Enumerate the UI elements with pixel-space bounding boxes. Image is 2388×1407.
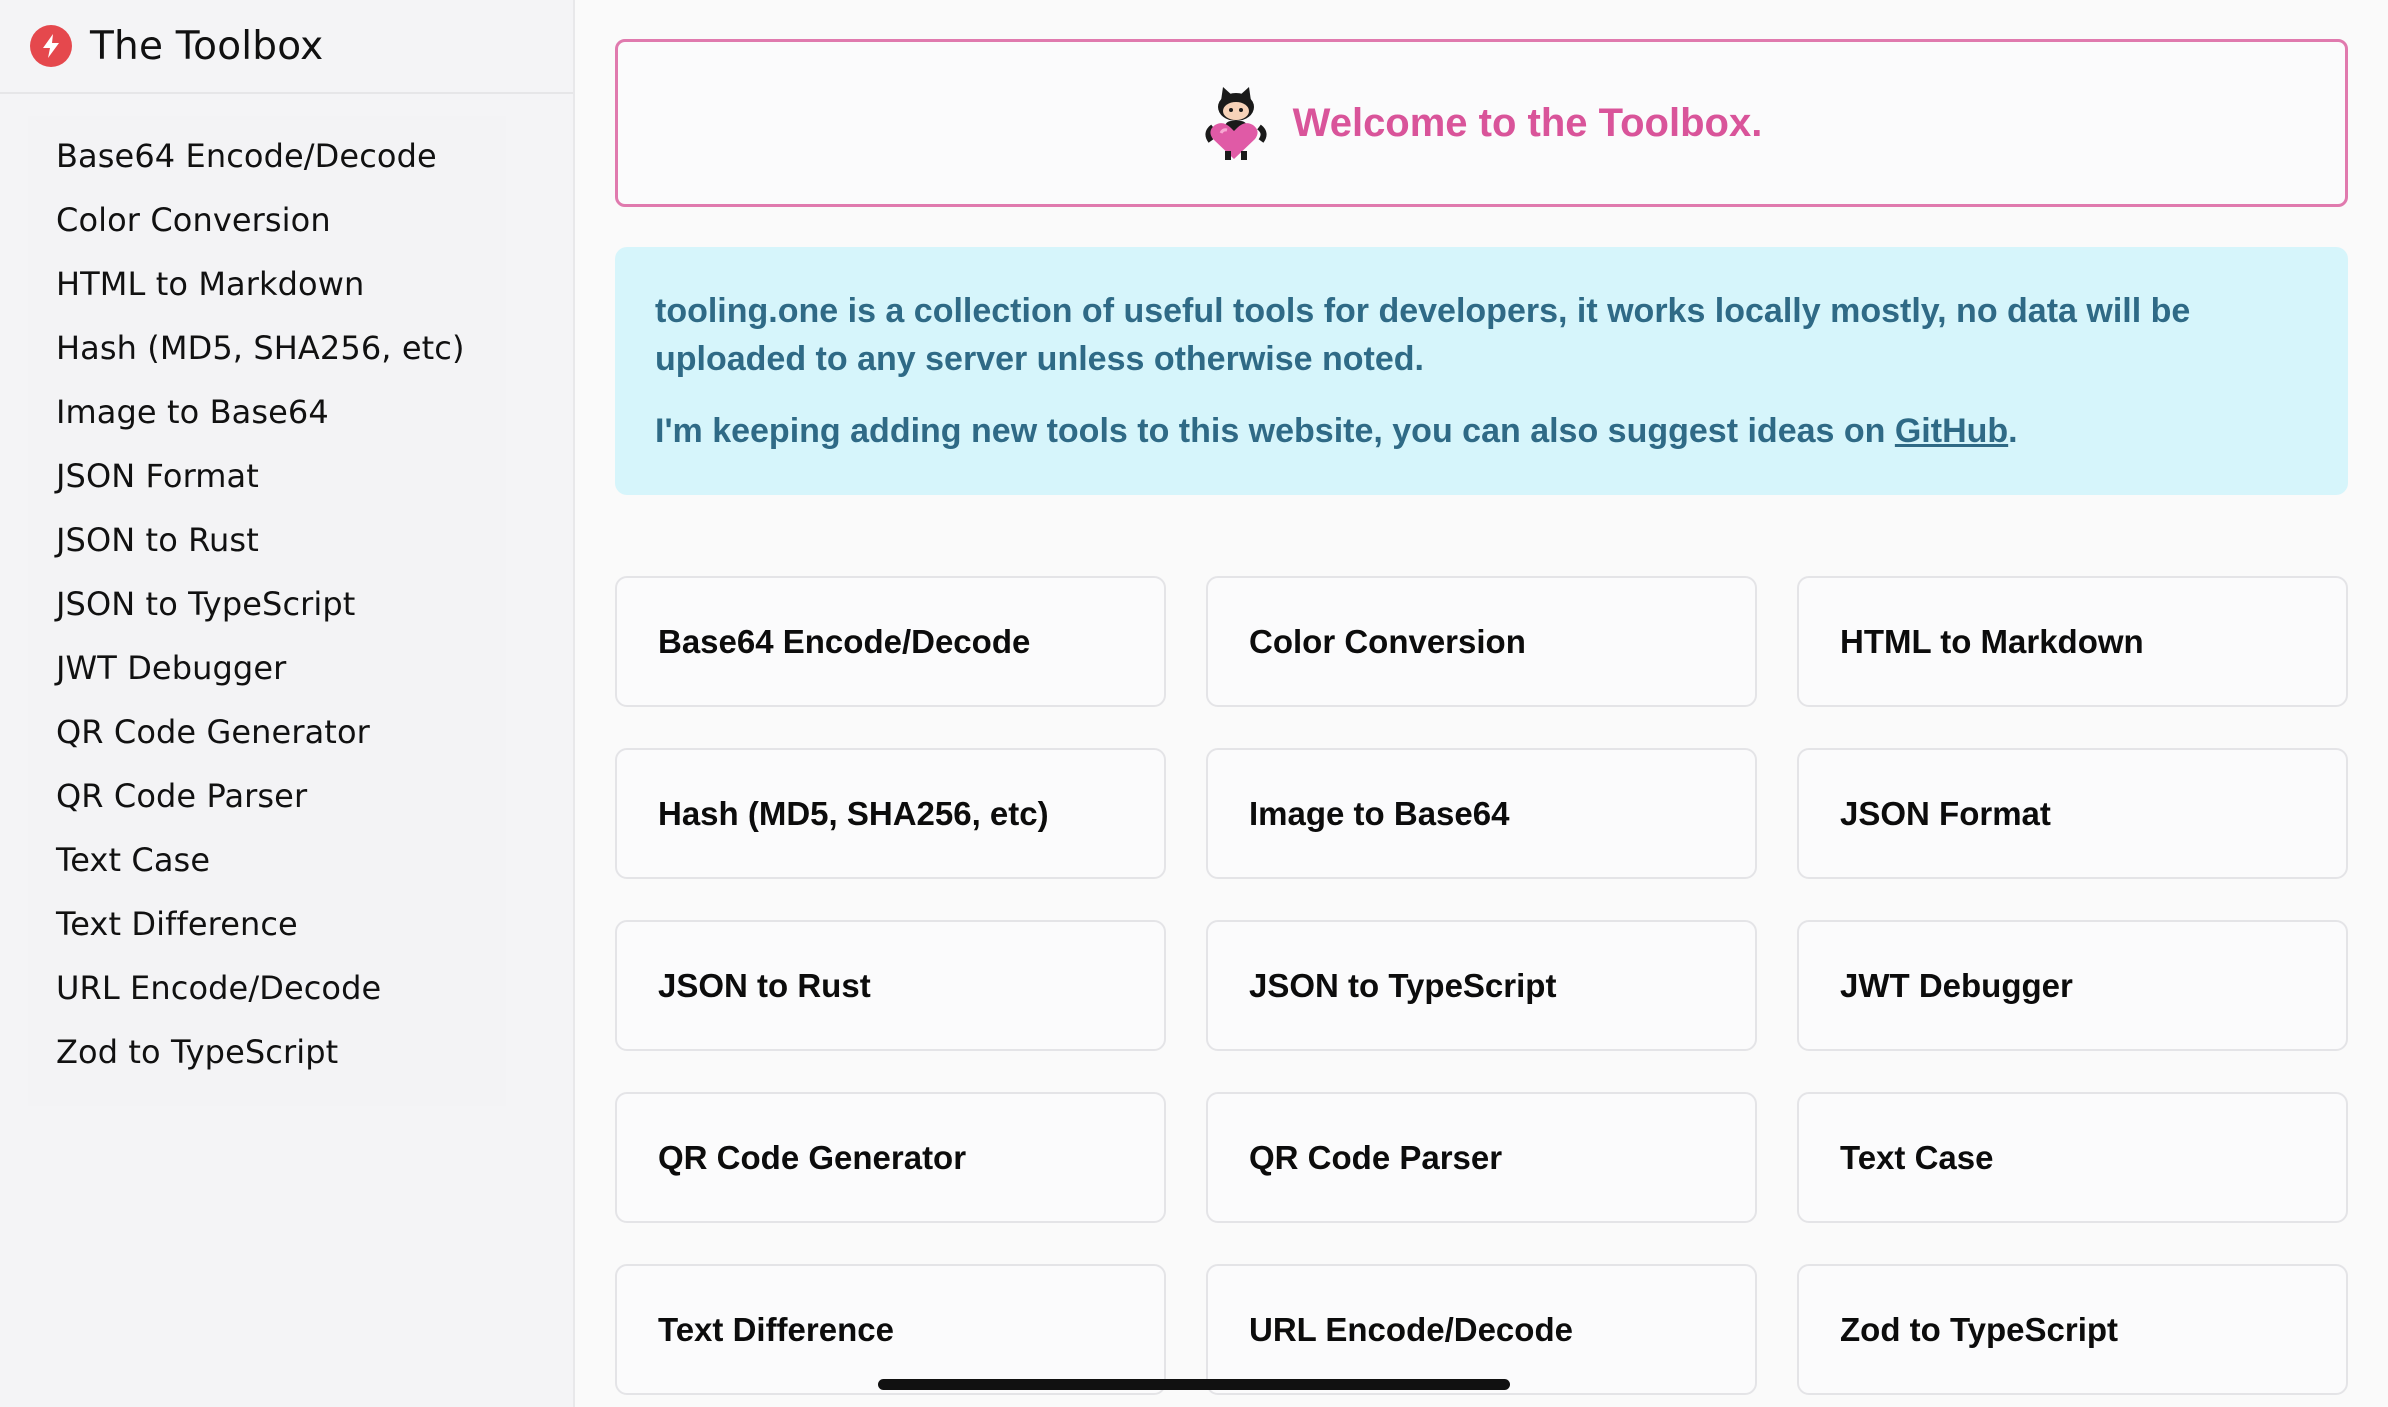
sidebar-item-base64[interactable]: Base64 Encode/Decode: [28, 124, 506, 188]
notice-suggestion-period: .: [2008, 412, 2018, 450]
sidebar: The Toolbox Base64 Encode/Decode Color C…: [0, 0, 575, 1407]
github-link[interactable]: GitHub: [1895, 412, 2008, 450]
tool-card-url-encode-decode[interactable]: URL Encode/Decode: [1206, 1264, 1757, 1395]
sidebar-item-qr-code-parser[interactable]: QR Code Parser: [28, 764, 506, 828]
brand-title: The Toolbox: [90, 23, 324, 69]
tool-card-base64[interactable]: Base64 Encode/Decode: [615, 576, 1166, 707]
sidebar-item-json-format[interactable]: JSON Format: [28, 444, 506, 508]
tool-card-json-to-rust[interactable]: JSON to Rust: [615, 920, 1166, 1051]
sidebar-item-json-to-rust[interactable]: JSON to Rust: [28, 508, 506, 572]
tool-card-qr-code-parser[interactable]: QR Code Parser: [1206, 1092, 1757, 1223]
tool-card-qr-code-generator[interactable]: QR Code Generator: [615, 1092, 1166, 1223]
welcome-title: Welcome to the Toolbox.: [1292, 100, 1763, 145]
notice-suggestion: I'm keeping adding new tools to this web…: [655, 407, 2308, 455]
main-content: Welcome to the Toolbox. tooling.one is a…: [575, 0, 2388, 1407]
notice-description: tooling.one is a collection of useful to…: [655, 292, 2191, 378]
welcome-banner: Welcome to the Toolbox.: [615, 39, 2348, 207]
tool-card-html-to-markdown[interactable]: HTML to Markdown: [1797, 576, 2348, 707]
sidebar-item-jwt-debugger[interactable]: JWT Debugger: [28, 636, 506, 700]
sidebar-item-text-case[interactable]: Text Case: [28, 828, 506, 892]
tools-grid: Base64 Encode/Decode Color Conversion HT…: [615, 576, 2348, 1395]
brand-header[interactable]: The Toolbox: [0, 0, 573, 94]
tool-card-color-conversion[interactable]: Color Conversion: [1206, 576, 1757, 707]
sidebar-item-qr-code-generator[interactable]: QR Code Generator: [28, 700, 506, 764]
sidebar-item-text-difference[interactable]: Text Difference: [28, 892, 506, 956]
home-indicator[interactable]: [878, 1379, 1510, 1390]
sidebar-item-image-to-base64[interactable]: Image to Base64: [28, 380, 506, 444]
sidebar-item-html-to-markdown[interactable]: HTML to Markdown: [28, 252, 506, 316]
tool-card-hash[interactable]: Hash (MD5, SHA256, etc): [615, 748, 1166, 879]
sidebar-item-url-encode-decode[interactable]: URL Encode/Decode: [28, 956, 506, 1020]
tool-card-json-format[interactable]: JSON Format: [1797, 748, 2348, 879]
info-notice: tooling.one is a collection of useful to…: [615, 247, 2348, 495]
sidebar-item-hash[interactable]: Hash (MD5, SHA256, etc): [28, 316, 506, 380]
sidebar-item-json-to-typescript[interactable]: JSON to TypeScript: [28, 572, 506, 636]
tool-card-image-to-base64[interactable]: Image to Base64: [1206, 748, 1757, 879]
sidebar-nav: Base64 Encode/Decode Color Conversion HT…: [28, 116, 506, 1106]
tool-card-jwt-debugger[interactable]: JWT Debugger: [1797, 920, 2348, 1051]
tool-card-text-difference[interactable]: Text Difference: [615, 1264, 1166, 1395]
octocat-heart-icon: [1201, 83, 1271, 163]
sidebar-item-zod-to-typescript[interactable]: Zod to TypeScript: [28, 1020, 506, 1084]
app-root: The Toolbox Base64 Encode/Decode Color C…: [0, 0, 2388, 1407]
sidebar-item-color-conversion[interactable]: Color Conversion: [28, 188, 506, 252]
tool-card-json-to-typescript[interactable]: JSON to TypeScript: [1206, 920, 1757, 1051]
tool-card-text-case[interactable]: Text Case: [1797, 1092, 2348, 1223]
notice-suggestion-text: I'm keeping adding new tools to this web…: [655, 412, 1895, 450]
lightning-bolt-icon: [30, 25, 72, 67]
tool-card-zod-to-typescript[interactable]: Zod to TypeScript: [1797, 1264, 2348, 1395]
